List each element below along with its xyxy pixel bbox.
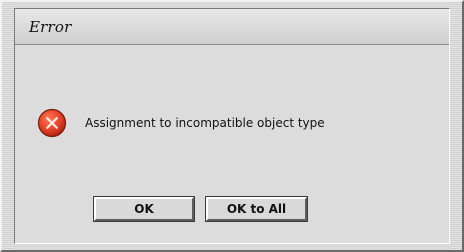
ok-to-all-button[interactable]: OK to All xyxy=(205,196,308,222)
button-row: OK OK to All xyxy=(93,196,308,222)
error-dialog-window: Error Assignment to incompatible object … xyxy=(0,0,464,252)
dialog-title: Error xyxy=(29,17,72,36)
title-bar[interactable]: Error xyxy=(15,9,449,45)
error-x-icon xyxy=(37,108,67,138)
dialog-body: Error Assignment to incompatible object … xyxy=(14,8,450,244)
window-right-edge xyxy=(450,2,460,250)
window-left-edge xyxy=(4,2,14,250)
ok-button[interactable]: OK xyxy=(93,196,195,222)
error-message: Assignment to incompatible object type xyxy=(85,116,325,130)
message-row: Assignment to incompatible object type xyxy=(37,108,325,138)
dialog-content: Assignment to incompatible object type O… xyxy=(15,45,449,243)
